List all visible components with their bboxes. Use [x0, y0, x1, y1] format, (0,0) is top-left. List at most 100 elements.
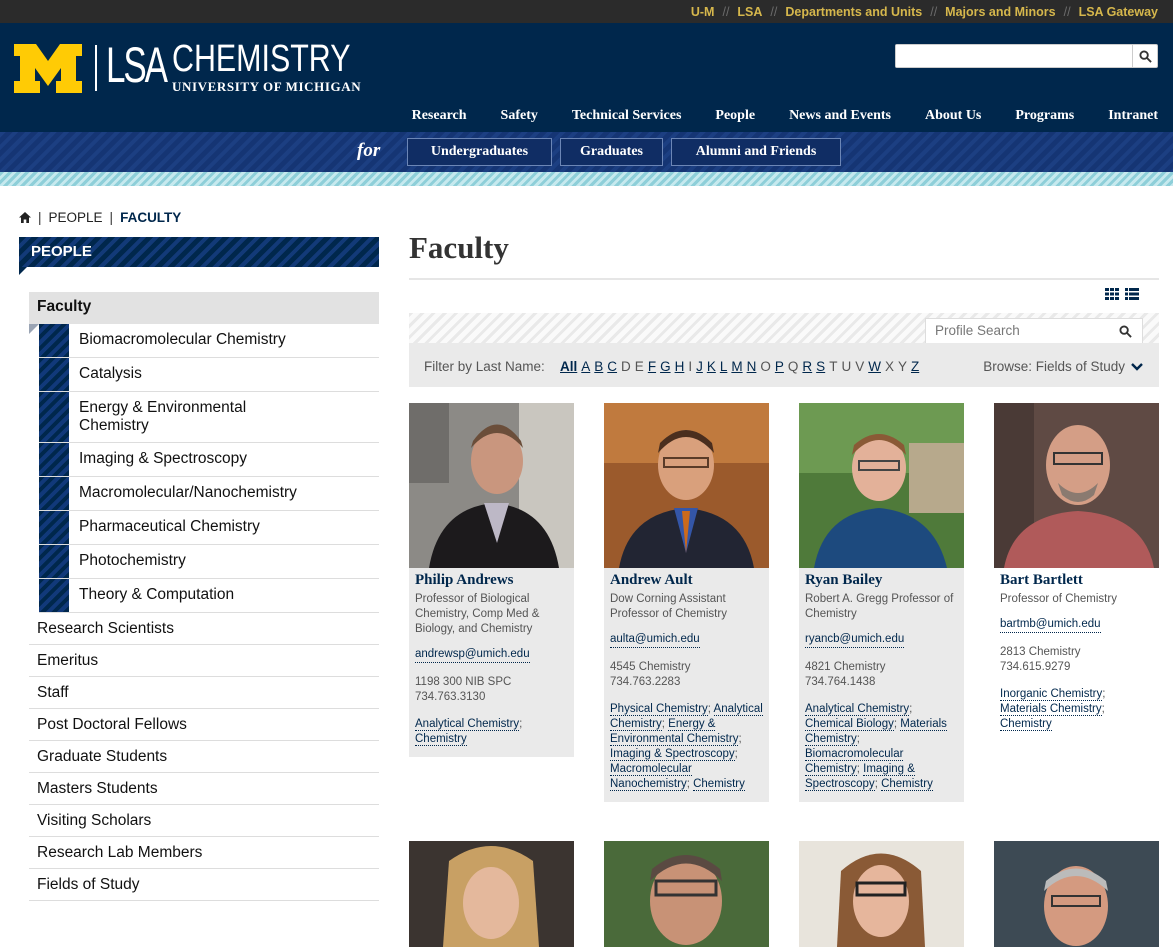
- letter-t[interactable]: T: [829, 359, 837, 374]
- home-icon[interactable]: [19, 212, 31, 223]
- grid-view-icon[interactable]: [1105, 288, 1119, 300]
- field-link[interactable]: Macromolecular Nanochemistry: [610, 763, 692, 791]
- field-link[interactable]: Chemistry: [881, 778, 933, 791]
- field-link[interactable]: Analytical Chemistry: [415, 718, 520, 731]
- field-link[interactable]: Imaging & Spectroscopy: [610, 748, 735, 761]
- sidebar-subitem-imaging[interactable]: Imaging & Spectroscopy: [39, 443, 379, 477]
- letter-r[interactable]: R: [802, 359, 812, 374]
- letter-j[interactable]: J: [696, 359, 703, 374]
- sidebar-item-graduate-students[interactable]: Graduate Students: [29, 741, 379, 773]
- utility-link-departments[interactable]: Departments and Units: [785, 5, 922, 19]
- letter-l[interactable]: L: [720, 359, 728, 374]
- letter-m[interactable]: M: [731, 359, 742, 374]
- nav-news-events[interactable]: News and Events: [789, 108, 891, 124]
- list-view-icon[interactable]: [1125, 288, 1139, 300]
- letter-k[interactable]: K: [707, 359, 716, 374]
- audience-alumni[interactable]: Alumni and Friends: [671, 138, 841, 166]
- faculty-photo[interactable]: [994, 403, 1159, 568]
- letter-o[interactable]: O: [760, 359, 771, 374]
- faculty-name[interactable]: Philip Andrews: [415, 572, 568, 588]
- letter-z[interactable]: Z: [911, 359, 919, 374]
- letter-all[interactable]: All: [560, 359, 577, 374]
- nav-programs[interactable]: Programs: [1015, 108, 1074, 124]
- field-link[interactable]: Chemistry: [415, 733, 467, 746]
- search-button[interactable]: [1132, 45, 1157, 67]
- sidebar-subitem-pharmaceutical[interactable]: Pharmaceutical Chemistry: [39, 511, 379, 545]
- field-link[interactable]: Chemistry: [1000, 718, 1052, 731]
- utility-link-gateway[interactable]: LSA Gateway: [1079, 5, 1158, 19]
- faculty-photo[interactable]: [409, 841, 574, 947]
- faculty-photo[interactable]: [604, 841, 769, 947]
- sidebar-subitem-energy[interactable]: Energy & Environmental Chemistry: [39, 392, 379, 443]
- letter-h[interactable]: H: [675, 359, 685, 374]
- faculty-photo[interactable]: [994, 841, 1159, 947]
- sidebar-item-staff[interactable]: Staff: [29, 677, 379, 709]
- faculty-email[interactable]: ryancb@umich.edu: [805, 632, 905, 648]
- sidebar-item-masters-students[interactable]: Masters Students: [29, 773, 379, 805]
- nav-about-us[interactable]: About Us: [925, 108, 981, 124]
- sidebar-item-fields-of-study[interactable]: Fields of Study: [29, 869, 379, 901]
- letter-s[interactable]: S: [816, 359, 825, 374]
- sidebar-item-emeritus[interactable]: Emeritus: [29, 645, 379, 677]
- faculty-name[interactable]: Bart Bartlett: [1000, 572, 1153, 588]
- faculty-email[interactable]: andrewsp@umich.edu: [415, 647, 530, 663]
- letter-f[interactable]: F: [648, 359, 656, 374]
- sidebar-subitem-photochemistry[interactable]: Photochemistry: [39, 545, 379, 579]
- letter-d[interactable]: D: [621, 359, 631, 374]
- field-link[interactable]: Physical Chemistry: [610, 703, 708, 716]
- sidebar-item-visiting-scholars[interactable]: Visiting Scholars: [29, 805, 379, 837]
- letter-c[interactable]: C: [607, 359, 617, 374]
- letter-n[interactable]: N: [747, 359, 757, 374]
- breadcrumb-people[interactable]: PEOPLE: [49, 210, 103, 225]
- sidebar-item-research-scientists[interactable]: Research Scientists: [29, 613, 379, 645]
- faculty-email[interactable]: aulta@umich.edu: [610, 632, 700, 648]
- utility-link-majors[interactable]: Majors and Minors: [945, 5, 1055, 19]
- logo-chemistry[interactable]: CHEMISTRY: [172, 38, 350, 80]
- nav-people[interactable]: People: [715, 108, 755, 124]
- letter-b[interactable]: B: [594, 359, 603, 374]
- letter-e[interactable]: E: [635, 359, 644, 374]
- letter-x[interactable]: X: [885, 359, 894, 374]
- letter-a[interactable]: A: [581, 359, 590, 374]
- utility-link-um[interactable]: U-M: [691, 5, 715, 19]
- logo-lsa[interactable]: LSA: [106, 35, 168, 95]
- field-link[interactable]: Chemistry: [693, 778, 745, 791]
- profile-search-input[interactable]: Profile Search: [925, 318, 1143, 344]
- search-icon[interactable]: [1119, 325, 1132, 338]
- block-m-logo[interactable]: [14, 44, 82, 93]
- letter-w[interactable]: W: [868, 359, 881, 374]
- nav-technical-services[interactable]: Technical Services: [572, 108, 682, 124]
- letter-v[interactable]: V: [855, 359, 864, 374]
- field-link[interactable]: Chemical Biology: [805, 718, 894, 731]
- browse-dropdown[interactable]: Browse: Fields of Study: [983, 359, 1143, 374]
- faculty-photo[interactable]: [604, 403, 769, 568]
- nav-intranet[interactable]: Intranet: [1108, 108, 1158, 124]
- nav-research[interactable]: Research: [412, 108, 467, 124]
- letter-u[interactable]: U: [841, 359, 851, 374]
- faculty-name[interactable]: Andrew Ault: [610, 572, 763, 588]
- faculty-photo[interactable]: [409, 403, 574, 568]
- nav-safety[interactable]: Safety: [501, 108, 538, 124]
- sidebar-subitem-catalysis[interactable]: Catalysis: [39, 358, 379, 392]
- faculty-photo[interactable]: [799, 841, 964, 947]
- sidebar-subitem-macromolecular[interactable]: Macromolecular/Nanochemistry: [39, 477, 379, 511]
- audience-graduates[interactable]: Graduates: [560, 138, 663, 166]
- sidebar-item-research-lab-members[interactable]: Research Lab Members: [29, 837, 379, 869]
- field-link[interactable]: Inorganic Chemistry: [1000, 688, 1103, 701]
- faculty-email[interactable]: bartmb@umich.edu: [1000, 617, 1101, 633]
- site-search-input[interactable]: [896, 45, 1132, 67]
- sidebar-item-postdocs[interactable]: Post Doctoral Fellows: [29, 709, 379, 741]
- faculty-name[interactable]: Ryan Bailey: [805, 572, 958, 588]
- field-link[interactable]: Analytical Chemistry: [805, 703, 910, 716]
- letter-y[interactable]: Y: [898, 359, 907, 374]
- field-link[interactable]: Materials Chemistry: [1000, 703, 1102, 716]
- letter-p[interactable]: P: [775, 359, 784, 374]
- letter-q[interactable]: Q: [788, 359, 799, 374]
- sidebar-item-faculty[interactable]: Faculty: [29, 292, 379, 334]
- faculty-photo[interactable]: [799, 403, 964, 568]
- sidebar-subitem-biomacromolecular[interactable]: Biomacromolecular Chemistry: [39, 324, 379, 358]
- audience-undergraduates[interactable]: Undergraduates: [407, 138, 552, 166]
- letter-g[interactable]: G: [660, 359, 671, 374]
- letter-i[interactable]: I: [688, 359, 692, 374]
- sidebar-subitem-theory[interactable]: Theory & Computation: [39, 579, 379, 613]
